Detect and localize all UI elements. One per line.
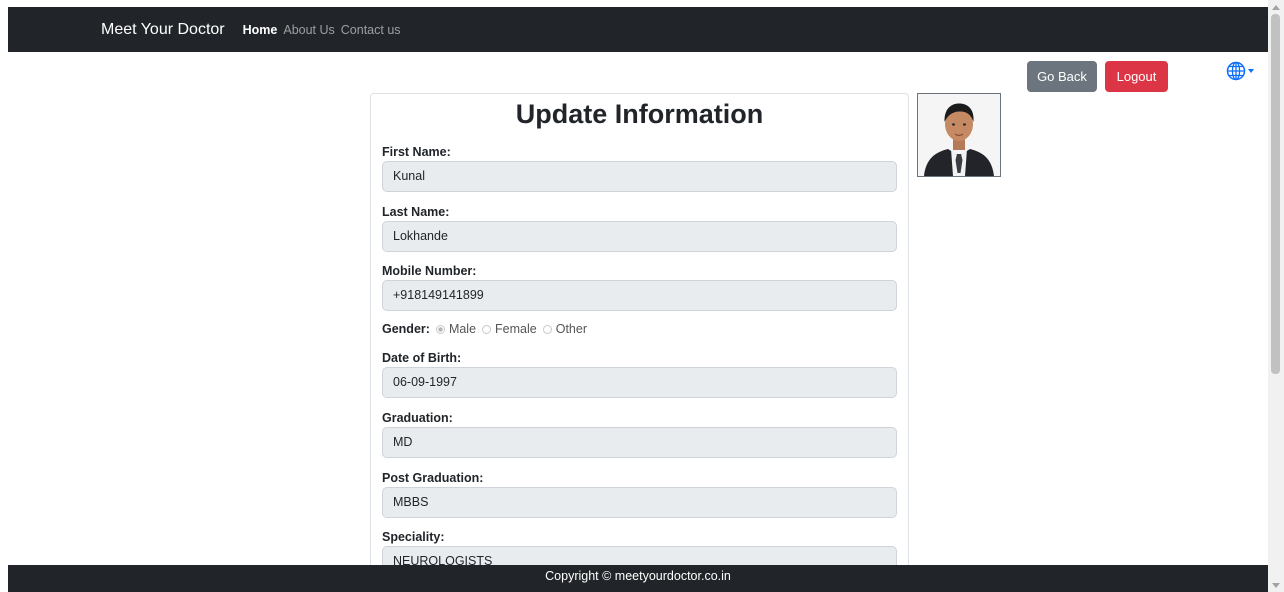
last-name-field[interactable]: Lokhande: [382, 221, 897, 252]
gender-male-label: Male: [448, 322, 477, 336]
gender-other-radio[interactable]: [542, 324, 552, 334]
nav-home[interactable]: Home: [243, 23, 278, 37]
graduation-label: Graduation:: [382, 411, 453, 425]
gender-female-label: Female: [495, 322, 537, 336]
page-title: Update Information: [515, 99, 764, 129]
mobile-number-field[interactable]: +918149141899: [382, 280, 897, 311]
mobile-number-label: Mobile Number:: [382, 264, 477, 278]
scrollbar-thumb[interactable]: [1271, 14, 1280, 374]
chevron-down-icon: [1248, 69, 1254, 73]
date-of-birth-field[interactable]: 06-09-1997: [382, 367, 897, 398]
date-of-birth-label: Date of Birth:: [382, 351, 462, 365]
gender-group: Gender: Male Female Other: [382, 322, 593, 336]
profile-photo: [917, 93, 1001, 177]
go-back-button[interactable]: Go Back: [1027, 61, 1097, 92]
nav-contact-us[interactable]: Contact us: [341, 23, 401, 37]
last-name-label: Last Name:: [382, 205, 450, 219]
gender-male-radio[interactable]: [435, 324, 445, 334]
top-navbar: Meet Your Doctor Home About Us Contact u…: [8, 7, 1268, 52]
scroll-down-arrow-icon[interactable]: [1272, 583, 1280, 588]
first-name-field[interactable]: Kunal: [382, 161, 897, 192]
scroll-up-arrow-icon[interactable]: [1272, 5, 1280, 10]
post-graduation-field[interactable]: MBBS: [382, 487, 897, 518]
post-graduation-label: Post Graduation:: [382, 471, 484, 485]
speciality-label: Speciality:: [382, 530, 445, 544]
first-name-label: First Name:: [382, 145, 451, 159]
globe-icon: [1226, 61, 1246, 81]
gender-label: Gender:: [382, 322, 430, 336]
page-footer: Copyright © meetyourdoctor.co.in: [8, 565, 1268, 592]
update-information-card: Update Information First Name: Kunal Las…: [370, 93, 909, 575]
gender-female-radio[interactable]: [482, 324, 492, 334]
footer-copyright: Copyright © meetyourdoctor.co.in: [545, 569, 731, 583]
gender-other-label: Other: [555, 322, 587, 336]
brand-link[interactable]: Meet Your Doctor: [101, 21, 225, 39]
graduation-field[interactable]: MD: [382, 427, 897, 458]
nav-about-us[interactable]: About Us: [283, 23, 334, 37]
language-dropdown[interactable]: [1226, 60, 1256, 82]
page-top-strip: [0, 0, 1284, 7]
logout-button[interactable]: Logout: [1105, 61, 1168, 92]
